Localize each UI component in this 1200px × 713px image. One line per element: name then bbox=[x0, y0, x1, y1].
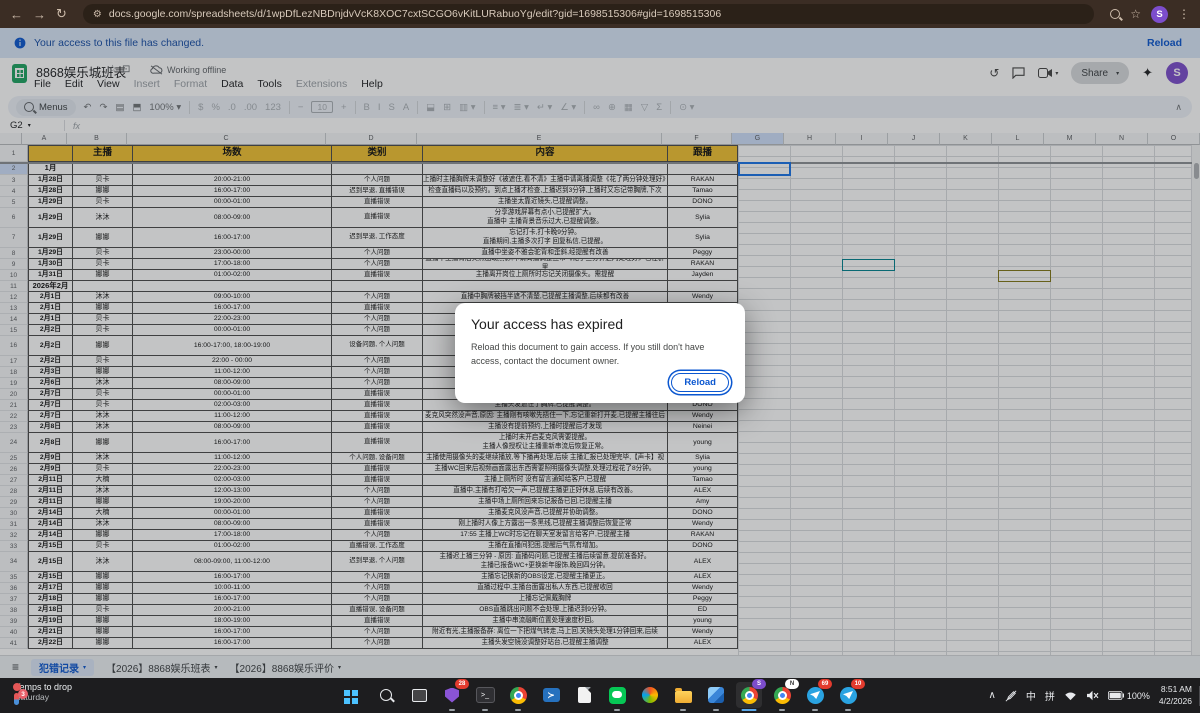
taskbar: 3 Temps to drop Saturday 28 >_ ≻ S bbox=[0, 678, 1200, 713]
chrome-icon[interactable] bbox=[505, 682, 531, 708]
battery-status[interactable]: 100% bbox=[1108, 691, 1150, 701]
chrome-profile-badge: S bbox=[752, 679, 766, 689]
chrome-profile-s-icon[interactable]: S bbox=[736, 682, 762, 708]
security-shield-icon[interactable]: 28 bbox=[439, 682, 465, 708]
back-icon[interactable]: ← bbox=[10, 7, 23, 22]
pen-disabled-icon[interactable] bbox=[1005, 690, 1017, 702]
dialog-body: Reload this document to gain access. If … bbox=[471, 341, 721, 369]
powershell-icon[interactable]: ≻ bbox=[538, 682, 564, 708]
url-text[interactable]: docs.google.com/spreadsheets/d/1wpDfLezN… bbox=[109, 8, 721, 20]
screen: ← → ↻ ⚙ docs.google.com/spreadsheets/d/1… bbox=[0, 0, 1200, 713]
system-tray: ∧ 中 拼 100% 8:51 AM 4/2/2026 bbox=[989, 678, 1192, 713]
tray-date: 4/2/2026 bbox=[1159, 696, 1192, 707]
dialog-reload-button[interactable]: Reload bbox=[671, 373, 729, 392]
wifi-icon[interactable] bbox=[1064, 691, 1077, 701]
shield-badge: 28 bbox=[455, 679, 469, 689]
ime-pinyin-indicator[interactable]: 拼 bbox=[1045, 688, 1055, 703]
page: Your access to this file has changed. Re… bbox=[0, 28, 1200, 678]
access-expired-dialog: Your access has expired Reload this docu… bbox=[455, 303, 745, 403]
photos-icon[interactable] bbox=[703, 682, 729, 708]
weather-widget[interactable]: 3 Temps to drop Saturday bbox=[8, 682, 72, 702]
tray-time: 8:51 AM bbox=[1159, 684, 1192, 695]
chrome-profile-n-icon[interactable]: N bbox=[769, 682, 795, 708]
search-taskbar-icon[interactable] bbox=[373, 682, 399, 708]
zoom-icon[interactable] bbox=[1110, 9, 1120, 19]
file-explorer-icon[interactable] bbox=[670, 682, 696, 708]
bookmark-star-icon[interactable]: ☆ bbox=[1130, 7, 1141, 21]
browser-address-bar: ← → ↻ ⚙ docs.google.com/spreadsheets/d/1… bbox=[0, 0, 1200, 28]
taskbar-icons: 28 >_ ≻ S N 69 10 bbox=[340, 682, 861, 708]
forward-icon[interactable]: → bbox=[33, 7, 46, 22]
copilot-icon[interactable] bbox=[637, 682, 663, 708]
notepad-icon[interactable] bbox=[571, 682, 597, 708]
telegram-badge: 69 bbox=[818, 679, 832, 689]
volume-muted-icon[interactable] bbox=[1086, 690, 1099, 701]
chrome-profile-badge: N bbox=[785, 679, 799, 689]
telegram-icon-2[interactable]: 10 bbox=[835, 682, 861, 708]
site-settings-icon[interactable]: ⚙ bbox=[93, 9, 102, 20]
battery-icon bbox=[1108, 691, 1124, 700]
browser-menu-icon[interactable]: ⋮ bbox=[1178, 7, 1190, 21]
widget-badge: 3 bbox=[18, 689, 28, 699]
telegram-badge: 10 bbox=[851, 679, 865, 689]
url-bar[interactable]: ⚙ docs.google.com/spreadsheets/d/1wpDfLe… bbox=[83, 4, 1094, 24]
start-button-icon[interactable] bbox=[340, 682, 366, 708]
clock[interactable]: 8:51 AM 4/2/2026 bbox=[1159, 684, 1192, 706]
telegram-icon[interactable]: 69 bbox=[802, 682, 828, 708]
task-view-icon[interactable] bbox=[406, 682, 432, 708]
battery-percent: 100% bbox=[1127, 691, 1150, 701]
line-icon[interactable] bbox=[604, 682, 630, 708]
ime-language-indicator[interactable]: 中 bbox=[1026, 688, 1036, 703]
refresh-icon[interactable]: ↻ bbox=[56, 6, 67, 22]
browser-avatar[interactable]: S bbox=[1151, 6, 1168, 23]
dialog-title: Your access has expired bbox=[471, 316, 729, 332]
terminal-icon[interactable]: >_ bbox=[472, 682, 498, 708]
hidden-icons-chevron[interactable]: ∧ bbox=[989, 690, 996, 701]
